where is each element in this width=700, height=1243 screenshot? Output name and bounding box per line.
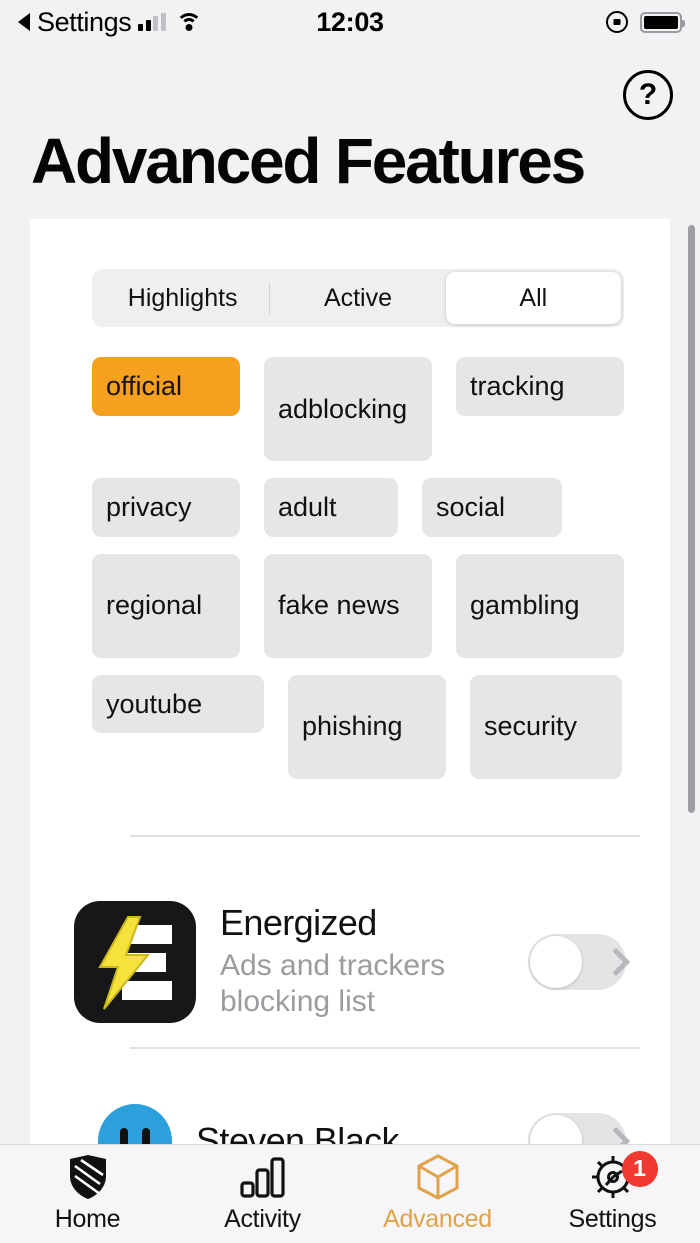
segment-active[interactable]: Active: [270, 272, 445, 324]
tag-social[interactable]: social: [422, 478, 562, 537]
tag-security[interactable]: security: [470, 675, 622, 779]
tag-regional[interactable]: regional: [92, 554, 240, 658]
steven-black-avatar-icon: [74, 1104, 172, 1144]
tag-filter-list: official adblocking tracking privacy adu…: [92, 357, 652, 796]
tab-activity[interactable]: Activity: [175, 1145, 350, 1243]
tag-row: privacy adult social: [92, 478, 652, 537]
rotation-lock-icon: [606, 11, 628, 33]
tab-label-advanced: Advanced: [383, 1205, 492, 1234]
app-screen: Settings 12:03 ? Advanced Features Highl…: [0, 0, 700, 1243]
list-item-text: Steven Black: [196, 1121, 528, 1144]
status-bar-back-app-label[interactable]: Settings: [37, 7, 131, 38]
tag-official[interactable]: official: [92, 357, 240, 416]
vertical-scrollbar[interactable]: [688, 225, 695, 813]
back-arrow-icon[interactable]: [18, 13, 30, 31]
content-card: Highlights Active All official adblockin…: [30, 219, 670, 1144]
list-divider: [130, 835, 640, 837]
list-item-controls: [528, 934, 626, 990]
tag-adblocking[interactable]: adblocking: [264, 357, 432, 461]
gear-icon: 1: [590, 1155, 636, 1199]
tag-tracking[interactable]: tracking: [456, 357, 624, 416]
tag-privacy[interactable]: privacy: [92, 478, 240, 537]
signal-icon: [138, 13, 166, 31]
tab-advanced[interactable]: Advanced: [350, 1145, 525, 1243]
list-divider: [130, 1047, 640, 1049]
list-item-subtitle: Ads and trackers blocking list: [220, 948, 528, 1021]
tag-row: regional fake news gambling: [92, 554, 652, 658]
wifi-icon: [176, 13, 202, 32]
tag-phishing[interactable]: phishing: [288, 675, 446, 779]
list-item-controls: [528, 1113, 626, 1144]
status-bar-right: [384, 11, 682, 33]
tab-bar: Home Activity Advanced: [0, 1144, 700, 1243]
list-item-steven-black[interactable]: Steven Black: [30, 1081, 670, 1144]
status-bar-left: Settings: [18, 7, 316, 38]
segment-highlights[interactable]: Highlights: [95, 272, 270, 324]
cube-icon: [416, 1155, 460, 1199]
list-item-text: Energized Ads and trackers blocking list: [220, 903, 528, 1021]
tab-settings[interactable]: 1 Settings: [525, 1145, 700, 1243]
segmented-control[interactable]: Highlights Active All: [92, 269, 624, 327]
tag-youtube[interactable]: youtube: [92, 675, 264, 734]
energized-lightning-icon: [74, 901, 196, 1023]
list-item-title: Steven Black: [196, 1121, 528, 1144]
page-title: Advanced Features: [31, 124, 584, 198]
tab-label-home: Home: [55, 1205, 121, 1234]
help-button[interactable]: ?: [623, 70, 673, 120]
status-bar: Settings 12:03: [0, 0, 700, 44]
list-item-title: Energized: [220, 903, 528, 943]
tab-home[interactable]: Home: [0, 1145, 175, 1243]
tag-row: youtube phishing security: [92, 675, 652, 779]
status-bar-clock: 12:03: [316, 7, 384, 38]
tag-gambling[interactable]: gambling: [456, 554, 624, 658]
bar-chart-icon: [240, 1155, 286, 1199]
tab-label-activity: Activity: [224, 1205, 301, 1234]
tag-row: official adblocking tracking: [92, 357, 652, 461]
tag-adult[interactable]: adult: [264, 478, 398, 537]
tab-label-settings: Settings: [569, 1205, 657, 1234]
list-item-energized[interactable]: Energized Ads and trackers blocking list: [30, 877, 670, 1047]
battery-icon: [640, 12, 682, 33]
settings-badge: 1: [622, 1151, 658, 1187]
shield-icon: [67, 1155, 109, 1199]
tag-fake-news[interactable]: fake news: [264, 554, 432, 658]
segment-all[interactable]: All: [446, 272, 621, 324]
